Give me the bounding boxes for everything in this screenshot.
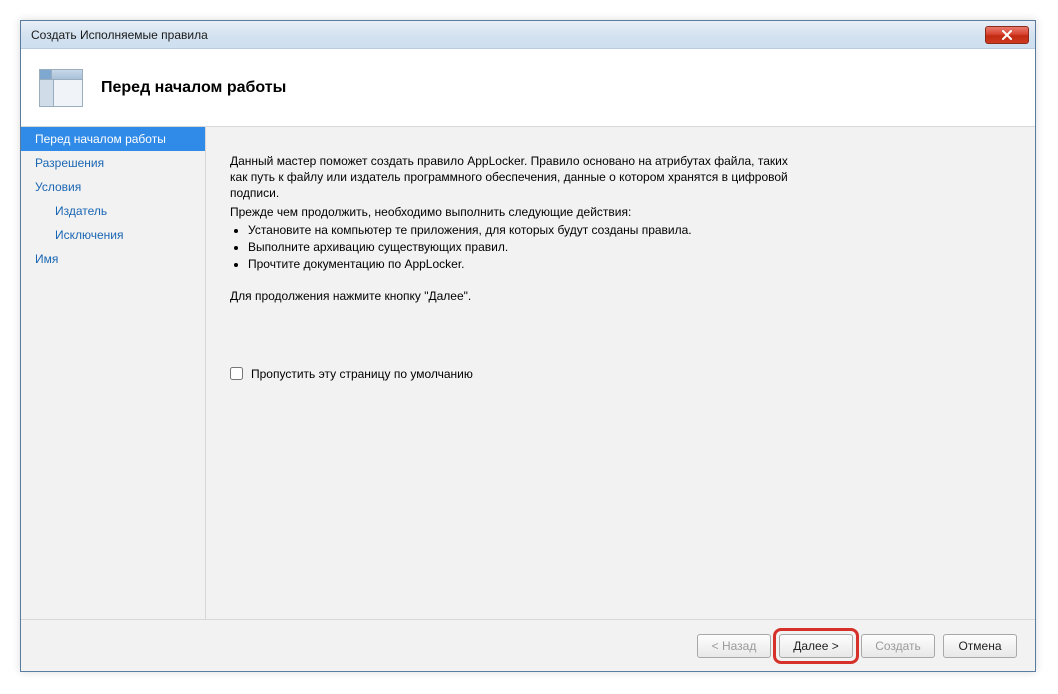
sidebar-item-name[interactable]: Имя bbox=[21, 247, 205, 271]
next-button[interactable]: Далее > bbox=[779, 634, 853, 658]
sidebar-item-before-you-begin[interactable]: Перед началом работы bbox=[21, 127, 205, 151]
intro-text: Данный мастер поможет создать правило Ap… bbox=[230, 153, 790, 307]
skip-label: Пропустить эту страницу по умолчанию bbox=[251, 367, 473, 381]
close-icon bbox=[1001, 30, 1013, 40]
back-button[interactable]: < Назад bbox=[697, 634, 771, 658]
window-title: Создать Исполняемые правила bbox=[31, 28, 985, 42]
sidebar-item-exceptions[interactable]: Исключения bbox=[21, 223, 205, 247]
prereq-item: Установите на компьютер те приложения, д… bbox=[248, 222, 790, 238]
sidebar-item-permissions[interactable]: Разрешения bbox=[21, 151, 205, 175]
sidebar-item-conditions[interactable]: Условия bbox=[21, 175, 205, 199]
close-button[interactable] bbox=[985, 26, 1029, 44]
nav-button-group: < Назад Далее > Создать bbox=[697, 634, 935, 658]
skip-row: Пропустить эту страницу по умолчанию bbox=[230, 367, 1011, 381]
cancel-button[interactable]: Отмена bbox=[943, 634, 1017, 658]
prereq-list: Установите на компьютер те приложения, д… bbox=[248, 222, 790, 273]
wizard-icon bbox=[39, 69, 83, 107]
sidebar-item-publisher[interactable]: Издатель bbox=[21, 199, 205, 223]
intro-paragraph-1: Данный мастер поможет создать правило Ap… bbox=[230, 153, 790, 202]
prereq-item: Прочтите документацию по AppLocker. bbox=[248, 256, 790, 272]
skip-checkbox[interactable] bbox=[230, 367, 243, 380]
page-title: Перед началом работы bbox=[101, 79, 286, 97]
wizard-footer: < Назад Далее > Создать Отмена bbox=[21, 619, 1035, 671]
wizard-header: Перед началом работы bbox=[21, 49, 1035, 127]
sidebar: Перед началом работы Разрешения Условия … bbox=[21, 127, 205, 619]
titlebar: Создать Исполняемые правила bbox=[21, 21, 1035, 49]
wizard-body: Перед началом работы Разрешения Условия … bbox=[21, 127, 1035, 619]
continue-paragraph: Для продолжения нажмите кнопку "Далее". bbox=[230, 288, 790, 304]
next-button-container: Далее > bbox=[779, 634, 853, 658]
intro-paragraph-2: Прежде чем продолжить, необходимо выполн… bbox=[230, 204, 790, 220]
wizard-window: Создать Исполняемые правила Перед начало… bbox=[20, 20, 1036, 672]
content-area: Данный мастер поможет создать правило Ap… bbox=[205, 127, 1035, 619]
prereq-item: Выполните архивацию существующих правил. bbox=[248, 239, 790, 255]
create-button[interactable]: Создать bbox=[861, 634, 935, 658]
